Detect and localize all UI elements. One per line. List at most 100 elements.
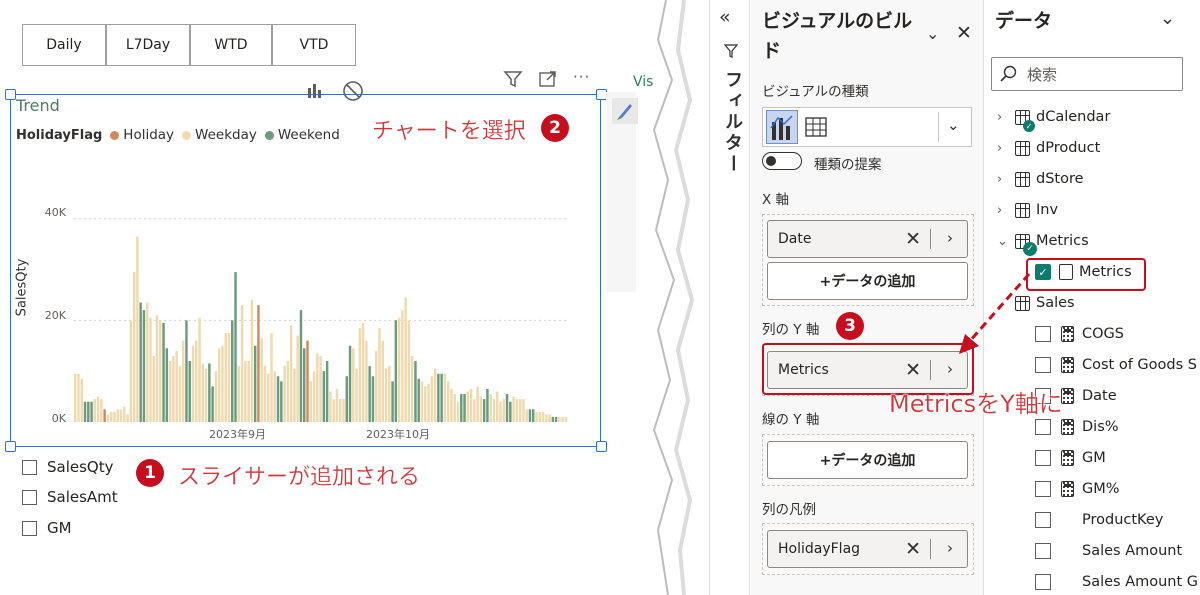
bar-126[interactable] bbox=[486, 388, 489, 422]
bar-131[interactable] bbox=[502, 399, 506, 422]
bar-67[interactable] bbox=[293, 368, 296, 422]
bar-19[interactable] bbox=[136, 236, 139, 422]
bar-1[interactable] bbox=[77, 373, 80, 422]
bar-77[interactable] bbox=[325, 361, 329, 422]
bar-39[interactable] bbox=[201, 363, 205, 422]
checkbox[interactable] bbox=[1035, 481, 1051, 497]
bar-135[interactable] bbox=[515, 399, 519, 422]
bar-2[interactable] bbox=[80, 378, 83, 422]
bar-7[interactable] bbox=[96, 396, 100, 422]
bar-144[interactable] bbox=[545, 414, 548, 422]
bar-88[interactable] bbox=[361, 322, 365, 422]
chevron-down-icon[interactable]: ⌄ bbox=[997, 234, 1011, 249]
bar-37[interactable] bbox=[195, 340, 198, 422]
bar-109[interactable] bbox=[430, 376, 434, 422]
bar-148[interactable] bbox=[558, 416, 561, 422]
bar-48[interactable] bbox=[231, 320, 234, 422]
bar-34[interactable] bbox=[185, 320, 188, 422]
bar-95[interactable] bbox=[384, 368, 388, 422]
checkbox[interactable] bbox=[1035, 543, 1051, 559]
bar-102[interactable] bbox=[407, 320, 411, 422]
field-cost-of-goods[interactable]: Cost of Goods S bbox=[1035, 357, 1197, 373]
chevron-right-icon[interactable]: › bbox=[997, 172, 1011, 187]
bar-49[interactable] bbox=[234, 272, 237, 422]
x-axis-add-data-button[interactable]: +データの追加 bbox=[767, 262, 968, 300]
bar-103[interactable] bbox=[410, 355, 414, 422]
bar-128[interactable] bbox=[492, 399, 496, 422]
checkbox[interactable] bbox=[1035, 419, 1051, 435]
bar-114[interactable] bbox=[446, 381, 450, 422]
bar-71[interactable] bbox=[306, 340, 309, 422]
bar-62[interactable] bbox=[276, 376, 280, 422]
bar-76[interactable] bbox=[322, 371, 326, 422]
remove-icon[interactable]: ✕ bbox=[905, 359, 921, 381]
bar-chart[interactable] bbox=[74, 160, 568, 422]
bar-55[interactable] bbox=[253, 345, 257, 422]
bar-85[interactable] bbox=[352, 348, 355, 422]
table-dcalendar[interactable]: › dCalendar bbox=[997, 109, 1110, 125]
slicer-item-gm[interactable]: GM bbox=[22, 519, 72, 537]
bar-17[interactable] bbox=[129, 320, 133, 422]
bar-92[interactable] bbox=[374, 350, 378, 422]
bar-105[interactable] bbox=[417, 378, 420, 422]
bar-58[interactable] bbox=[263, 366, 267, 422]
bar-79[interactable] bbox=[332, 399, 335, 422]
bar-35[interactable] bbox=[188, 361, 191, 422]
checkbox[interactable] bbox=[22, 459, 37, 475]
bar-111[interactable] bbox=[437, 373, 440, 422]
bar-9[interactable] bbox=[103, 409, 106, 422]
table-dproduct[interactable]: › dProduct bbox=[997, 140, 1100, 156]
resize-handle-tl[interactable] bbox=[5, 89, 16, 100]
bar-89[interactable] bbox=[365, 340, 368, 422]
bar-12[interactable] bbox=[113, 411, 116, 422]
bar-23[interactable] bbox=[149, 317, 152, 422]
bar-15[interactable] bbox=[123, 406, 126, 422]
bar-6[interactable] bbox=[93, 399, 97, 422]
bar-127[interactable] bbox=[489, 394, 492, 422]
bar-22[interactable] bbox=[145, 302, 149, 422]
chevron-right-icon[interactable]: › bbox=[997, 110, 1011, 125]
checked-checkbox[interactable]: ✓ bbox=[1035, 264, 1051, 280]
bar-75[interactable] bbox=[319, 355, 322, 422]
chevron-right-icon[interactable]: › bbox=[997, 141, 1011, 156]
bar-113[interactable] bbox=[443, 373, 447, 422]
checkbox[interactable] bbox=[1035, 512, 1051, 528]
slicer-item-salesqty[interactable]: SalesQty bbox=[22, 458, 114, 476]
bar-70[interactable] bbox=[303, 348, 306, 422]
close-icon[interactable]: ✕ bbox=[956, 22, 972, 44]
bar-101[interactable] bbox=[404, 297, 407, 422]
table-metrics[interactable]: ⌄ Metrics bbox=[997, 233, 1089, 249]
bar-68[interactable] bbox=[296, 335, 299, 422]
search-box[interactable] bbox=[991, 57, 1183, 91]
bar-3[interactable] bbox=[83, 401, 87, 422]
field-metrics[interactable]: ✓ Metrics bbox=[1035, 264, 1132, 280]
bar-90[interactable] bbox=[368, 366, 371, 422]
bar-96[interactable] bbox=[388, 366, 391, 422]
bar-125[interactable] bbox=[482, 399, 486, 422]
line-y-add-data-button[interactable]: +データの追加 bbox=[767, 441, 968, 479]
bar-4[interactable] bbox=[87, 401, 90, 422]
chevron-down-icon[interactable]: ⌄ bbox=[947, 116, 960, 134]
bar-132[interactable] bbox=[505, 394, 509, 422]
checkbox[interactable] bbox=[1035, 450, 1051, 466]
focus-mode-icon[interactable] bbox=[538, 70, 558, 88]
bar-91[interactable] bbox=[371, 376, 375, 422]
bar-11[interactable] bbox=[109, 411, 113, 422]
table-dstore[interactable]: › dStore bbox=[997, 171, 1084, 187]
bar-146[interactable] bbox=[551, 416, 555, 422]
bar-61[interactable] bbox=[273, 371, 277, 422]
filter-icon[interactable] bbox=[503, 70, 523, 88]
bar-46[interactable] bbox=[224, 333, 227, 422]
bar-69[interactable] bbox=[299, 310, 303, 422]
bar-10[interactable] bbox=[106, 414, 110, 422]
filter-pane-label[interactable]: フィルター bbox=[719, 70, 745, 175]
table-inv[interactable]: › Inv bbox=[997, 202, 1058, 218]
field-dis-pct[interactable]: Dis% bbox=[1035, 419, 1119, 435]
bar-59[interactable] bbox=[267, 373, 270, 422]
bar-18[interactable] bbox=[132, 272, 136, 422]
bar-84[interactable] bbox=[348, 345, 352, 422]
bar-5[interactable] bbox=[90, 401, 93, 422]
bar-8[interactable] bbox=[100, 399, 103, 422]
bar-0[interactable] bbox=[74, 373, 77, 422]
slicer-button-wtd[interactable]: WTD bbox=[190, 24, 272, 66]
